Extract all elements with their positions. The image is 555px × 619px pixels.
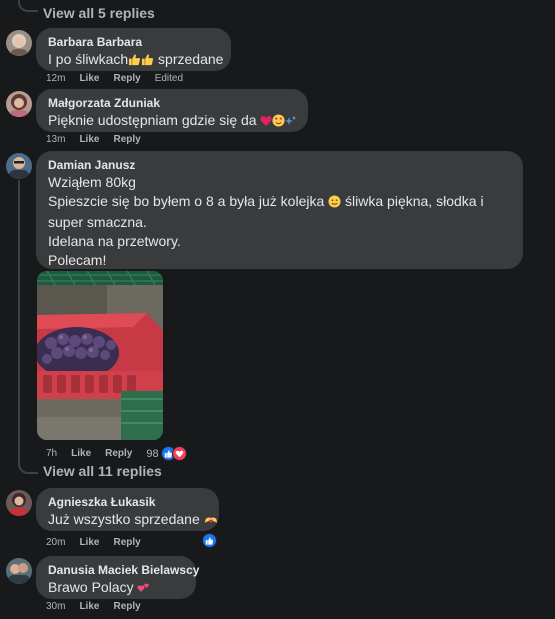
avatar[interactable] <box>6 490 32 516</box>
reply-button[interactable]: Reply <box>113 537 140 548</box>
comment-author[interactable]: Barbara Barbara <box>48 34 219 50</box>
like-button[interactable]: Like <box>71 448 91 459</box>
thread-line <box>18 180 20 462</box>
comment-actions: 30m Like Reply <box>46 601 155 612</box>
comment-text: Brawo Polacy <box>48 578 184 599</box>
thread-connector <box>18 0 38 12</box>
like-reaction-icon[interactable] <box>202 533 217 548</box>
avatar[interactable] <box>6 153 32 179</box>
smiling-face-icon <box>328 194 341 213</box>
comment-actions: 20m Like Reply <box>46 537 155 548</box>
heart-hands-icon <box>204 512 218 531</box>
reply-button[interactable]: Reply <box>113 73 140 84</box>
like-button[interactable]: Like <box>79 601 99 612</box>
like-button[interactable]: Like <box>79 537 99 548</box>
comment-timestamp[interactable]: 12m <box>46 73 65 84</box>
reply-button[interactable]: Reply <box>105 448 132 459</box>
comment-actions: 13m Like Reply <box>46 134 155 145</box>
comment-bubble: Danusia Maciek Bielawscy Brawo Polacy <box>36 556 199 599</box>
comment-actions: 12m Like Reply Edited <box>46 73 197 84</box>
comment-timestamp[interactable]: 30m <box>46 601 65 612</box>
comment-text: I po śliwkach sprzedane <box>48 50 223 71</box>
heart-eyes-face-icon <box>272 113 286 132</box>
comment-text-line: Spieszcie się bo byłem o 8 a była już ko… <box>48 192 511 213</box>
comment-timestamp[interactable]: 7h <box>46 448 57 459</box>
comment-bubble: Małgorzata Zduniak Pięknie udostępniam g… <box>36 89 308 132</box>
comment-bubble: Barbara Barbara I po śliwkach sprzedane <box>36 28 231 71</box>
comment-text-end: sprzedane <box>158 51 224 67</box>
comment-timestamp[interactable]: 13m <box>46 134 65 145</box>
comment-bubble: Damian Janusz Wziąłem 80kg Spieszcie się… <box>36 151 523 269</box>
thread-connector <box>18 460 38 474</box>
comment-photo[interactable] <box>37 271 163 440</box>
view-all-replies-link[interactable]: View all 11 replies <box>43 463 162 479</box>
comment-text-line: Idelana na przetwory. <box>48 233 181 249</box>
reply-button[interactable]: Reply <box>113 134 140 145</box>
heart-icon <box>260 113 273 132</box>
comment-timestamp[interactable]: 20m <box>46 537 65 548</box>
comment-text: Już wszystko sprzedane <box>48 510 217 531</box>
comment-text-main: Pięknie udostępniam gdzie się da <box>48 112 257 128</box>
comment-text-main: Już wszystko sprzedane <box>48 511 200 527</box>
like-button[interactable]: Like <box>79 73 99 84</box>
view-all-replies-link[interactable]: View all 5 replies <box>43 5 155 21</box>
comment-actions: 7h Like Reply 98 <box>46 446 187 461</box>
avatar[interactable] <box>6 558 32 584</box>
comment-author[interactable]: Agnieszka Łukasik <box>48 494 207 510</box>
reaction-count[interactable]: 98 <box>146 448 158 460</box>
comment-author[interactable]: Damian Janusz <box>48 157 511 173</box>
comment-text-line: Polecam! <box>48 252 107 268</box>
love-reaction-icon[interactable] <box>171 446 187 461</box>
comment-text-line: Wziąłem 80kg <box>48 174 136 190</box>
comment-author[interactable]: Danusia Maciek Bielawscy <box>48 562 199 578</box>
comment-text-segment: śliwka piękna, słodka i <box>345 193 484 209</box>
avatar[interactable] <box>6 91 32 117</box>
comment-bubble: Agnieszka Łukasik Już wszystko sprzedane <box>36 488 219 531</box>
avatar[interactable] <box>6 30 32 56</box>
two-hearts-icon <box>137 580 150 599</box>
comment-text-line: super smaczna. <box>48 214 147 230</box>
sparkles-icon <box>285 113 297 132</box>
edited-label: Edited <box>154 73 184 84</box>
comment-author[interactable]: Małgorzata Zduniak <box>48 95 296 111</box>
thumbs-up-icon <box>128 52 141 71</box>
thumbs-up-icon <box>141 52 154 71</box>
comment-text-segment: Spieszcie się bo byłem o 8 a była już ko… <box>48 193 325 209</box>
comment-text-main: I po śliwkach <box>48 51 129 67</box>
comment-text: Pięknie udostępniam gdzie się da <box>48 111 297 132</box>
like-button[interactable]: Like <box>79 134 99 145</box>
reply-button[interactable]: Reply <box>113 601 140 612</box>
comment-text-main: Brawo Polacy <box>48 579 134 595</box>
